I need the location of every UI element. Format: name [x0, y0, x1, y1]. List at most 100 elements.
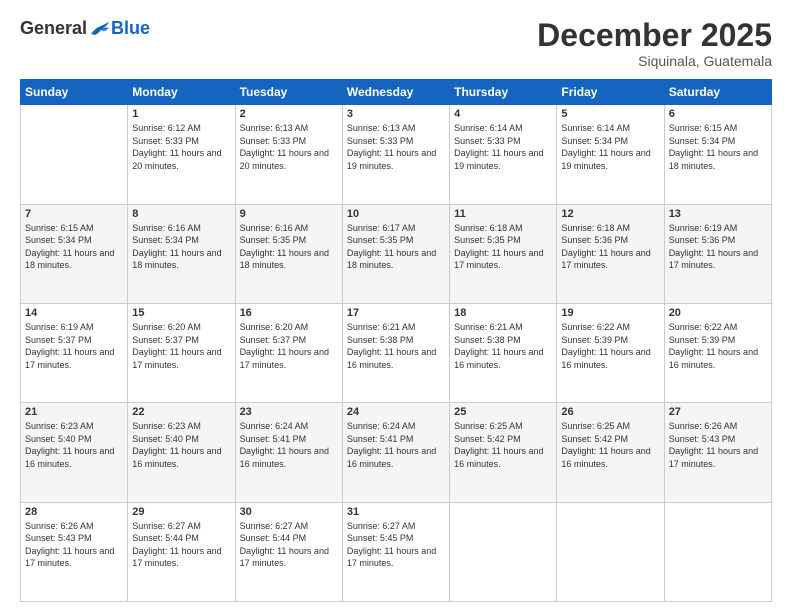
- cell-details: Sunrise: 6:18 AM Sunset: 5:35 PM Dayligh…: [454, 222, 552, 272]
- calendar-cell: 12 Sunrise: 6:18 AM Sunset: 5:36 PM Dayli…: [557, 204, 664, 303]
- cell-details: Sunrise: 6:15 AM Sunset: 5:34 PM Dayligh…: [669, 122, 767, 172]
- calendar-cell: 29 Sunrise: 6:27 AM Sunset: 5:44 PM Dayli…: [128, 502, 235, 601]
- calendar-cell: [557, 502, 664, 601]
- cell-details: Sunrise: 6:20 AM Sunset: 5:37 PM Dayligh…: [240, 321, 338, 371]
- logo-blue-text: Blue: [111, 18, 150, 39]
- cell-details: Sunrise: 6:19 AM Sunset: 5:37 PM Dayligh…: [25, 321, 123, 371]
- cell-details: Sunrise: 6:14 AM Sunset: 5:33 PM Dayligh…: [454, 122, 552, 172]
- weekday-header: Wednesday: [342, 80, 449, 105]
- calendar-cell: 24 Sunrise: 6:24 AM Sunset: 5:41 PM Dayli…: [342, 403, 449, 502]
- day-number: 15: [132, 307, 230, 319]
- day-number: 10: [347, 208, 445, 220]
- cell-details: Sunrise: 6:14 AM Sunset: 5:34 PM Dayligh…: [561, 122, 659, 172]
- month-title: December 2025: [537, 18, 772, 53]
- calendar-cell: 20 Sunrise: 6:22 AM Sunset: 5:39 PM Dayli…: [664, 303, 771, 402]
- calendar-cell: 3 Sunrise: 6:13 AM Sunset: 5:33 PM Daylig…: [342, 105, 449, 204]
- day-number: 20: [669, 307, 767, 319]
- day-number: 1: [132, 108, 230, 120]
- day-number: 4: [454, 108, 552, 120]
- calendar-cell: 14 Sunrise: 6:19 AM Sunset: 5:37 PM Dayli…: [21, 303, 128, 402]
- logo-general-text: General: [20, 18, 87, 39]
- cell-details: Sunrise: 6:25 AM Sunset: 5:42 PM Dayligh…: [561, 420, 659, 470]
- calendar-cell: [664, 502, 771, 601]
- cell-details: Sunrise: 6:27 AM Sunset: 5:44 PM Dayligh…: [240, 520, 338, 570]
- calendar-week-row: 28 Sunrise: 6:26 AM Sunset: 5:43 PM Dayli…: [21, 502, 772, 601]
- calendar-cell: 18Sunrise: 6:21 AM Sunset: 5:38 PM Dayli…: [450, 303, 557, 402]
- day-number: 12: [561, 208, 659, 220]
- calendar-cell: 2Sunrise: 6:13 AM Sunset: 5:33 PM Daylig…: [235, 105, 342, 204]
- weekday-header: Friday: [557, 80, 664, 105]
- cell-details: Sunrise: 6:23 AM Sunset: 5:40 PM Dayligh…: [132, 420, 230, 470]
- calendar-cell: 30 Sunrise: 6:27 AM Sunset: 5:44 PM Dayli…: [235, 502, 342, 601]
- cell-details: Sunrise: 6:22 AM Sunset: 5:39 PM Dayligh…: [561, 321, 659, 371]
- logo: General Blue: [20, 18, 150, 39]
- calendar-cell: 1 Sunrise: 6:12 AM Sunset: 5:33 PM Daylig…: [128, 105, 235, 204]
- day-number: 19: [561, 307, 659, 319]
- cell-details: Sunrise: 6:23 AM Sunset: 5:40 PM Dayligh…: [25, 420, 123, 470]
- cell-details: Sunrise: 6:24 AM Sunset: 5:41 PM Dayligh…: [347, 420, 445, 470]
- day-number: 27: [669, 406, 767, 418]
- weekday-header: Thursday: [450, 80, 557, 105]
- calendar-cell: 17Sunrise: 6:21 AM Sunset: 5:38 PM Dayli…: [342, 303, 449, 402]
- cell-details: Sunrise: 6:18 AM Sunset: 5:36 PM Dayligh…: [561, 222, 659, 272]
- cell-details: Sunrise: 6:12 AM Sunset: 5:33 PM Dayligh…: [132, 122, 230, 172]
- cell-details: Sunrise: 6:16 AM Sunset: 5:34 PM Dayligh…: [132, 222, 230, 272]
- day-number: 29: [132, 506, 230, 518]
- day-number: 5: [561, 108, 659, 120]
- cell-details: Sunrise: 6:21 AM Sunset: 5:38 PM Dayligh…: [454, 321, 552, 371]
- cell-details: Sunrise: 6:21 AM Sunset: 5:38 PM Dayligh…: [347, 321, 445, 371]
- day-number: 11: [454, 208, 552, 220]
- cell-details: Sunrise: 6:26 AM Sunset: 5:43 PM Dayligh…: [25, 520, 123, 570]
- cell-details: Sunrise: 6:20 AM Sunset: 5:37 PM Dayligh…: [132, 321, 230, 371]
- cell-details: Sunrise: 6:13 AM Sunset: 5:33 PM Dayligh…: [347, 122, 445, 172]
- weekday-header: Saturday: [664, 80, 771, 105]
- calendar-cell: 25Sunrise: 6:25 AM Sunset: 5:42 PM Dayli…: [450, 403, 557, 502]
- logo-bird-icon: [89, 20, 111, 38]
- day-number: 24: [347, 406, 445, 418]
- calendar-header-row: SundayMondayTuesdayWednesdayThursdayFrid…: [21, 80, 772, 105]
- day-number: 14: [25, 307, 123, 319]
- cell-details: Sunrise: 6:22 AM Sunset: 5:39 PM Dayligh…: [669, 321, 767, 371]
- weekday-header: Tuesday: [235, 80, 342, 105]
- day-number: 21: [25, 406, 123, 418]
- day-number: 2: [240, 108, 338, 120]
- calendar-cell: 28 Sunrise: 6:26 AM Sunset: 5:43 PM Dayli…: [21, 502, 128, 601]
- cell-details: Sunrise: 6:27 AM Sunset: 5:44 PM Dayligh…: [132, 520, 230, 570]
- calendar-cell: 7Sunrise: 6:15 AM Sunset: 5:34 PM Daylig…: [21, 204, 128, 303]
- calendar-cell: 6 Sunrise: 6:15 AM Sunset: 5:34 PM Daylig…: [664, 105, 771, 204]
- calendar-cell: 21 Sunrise: 6:23 AM Sunset: 5:40 PM Dayli…: [21, 403, 128, 502]
- calendar-cell: [21, 105, 128, 204]
- title-section: December 2025 Siquinala, Guatemala: [537, 18, 772, 69]
- calendar-week-row: 21 Sunrise: 6:23 AM Sunset: 5:40 PM Dayli…: [21, 403, 772, 502]
- calendar-cell: 23Sunrise: 6:24 AM Sunset: 5:41 PM Dayli…: [235, 403, 342, 502]
- cell-details: Sunrise: 6:16 AM Sunset: 5:35 PM Dayligh…: [240, 222, 338, 272]
- calendar: SundayMondayTuesdayWednesdayThursdayFrid…: [20, 79, 772, 602]
- calendar-cell: 26 Sunrise: 6:25 AM Sunset: 5:42 PM Dayli…: [557, 403, 664, 502]
- day-number: 16: [240, 307, 338, 319]
- day-number: 30: [240, 506, 338, 518]
- day-number: 28: [25, 506, 123, 518]
- calendar-week-row: 1 Sunrise: 6:12 AM Sunset: 5:33 PM Daylig…: [21, 105, 772, 204]
- weekday-header: Sunday: [21, 80, 128, 105]
- calendar-cell: 5 Sunrise: 6:14 AM Sunset: 5:34 PM Daylig…: [557, 105, 664, 204]
- cell-details: Sunrise: 6:25 AM Sunset: 5:42 PM Dayligh…: [454, 420, 552, 470]
- cell-details: Sunrise: 6:17 AM Sunset: 5:35 PM Dayligh…: [347, 222, 445, 272]
- calendar-cell: 19 Sunrise: 6:22 AM Sunset: 5:39 PM Dayli…: [557, 303, 664, 402]
- day-number: 7: [25, 208, 123, 220]
- day-number: 26: [561, 406, 659, 418]
- day-number: 22: [132, 406, 230, 418]
- day-number: 3: [347, 108, 445, 120]
- cell-details: Sunrise: 6:24 AM Sunset: 5:41 PM Dayligh…: [240, 420, 338, 470]
- cell-details: Sunrise: 6:27 AM Sunset: 5:45 PM Dayligh…: [347, 520, 445, 570]
- day-number: 8: [132, 208, 230, 220]
- calendar-cell: 11 Sunrise: 6:18 AM Sunset: 5:35 PM Dayli…: [450, 204, 557, 303]
- cell-details: Sunrise: 6:19 AM Sunset: 5:36 PM Dayligh…: [669, 222, 767, 272]
- calendar-week-row: 14 Sunrise: 6:19 AM Sunset: 5:37 PM Dayli…: [21, 303, 772, 402]
- calendar-cell: 4 Sunrise: 6:14 AM Sunset: 5:33 PM Daylig…: [450, 105, 557, 204]
- page: General Blue December 2025 Siquinala, Gu…: [0, 0, 792, 612]
- day-number: 6: [669, 108, 767, 120]
- weekday-header: Monday: [128, 80, 235, 105]
- calendar-cell: 8 Sunrise: 6:16 AM Sunset: 5:34 PM Daylig…: [128, 204, 235, 303]
- calendar-cell: 13Sunrise: 6:19 AM Sunset: 5:36 PM Dayli…: [664, 204, 771, 303]
- calendar-week-row: 7Sunrise: 6:15 AM Sunset: 5:34 PM Daylig…: [21, 204, 772, 303]
